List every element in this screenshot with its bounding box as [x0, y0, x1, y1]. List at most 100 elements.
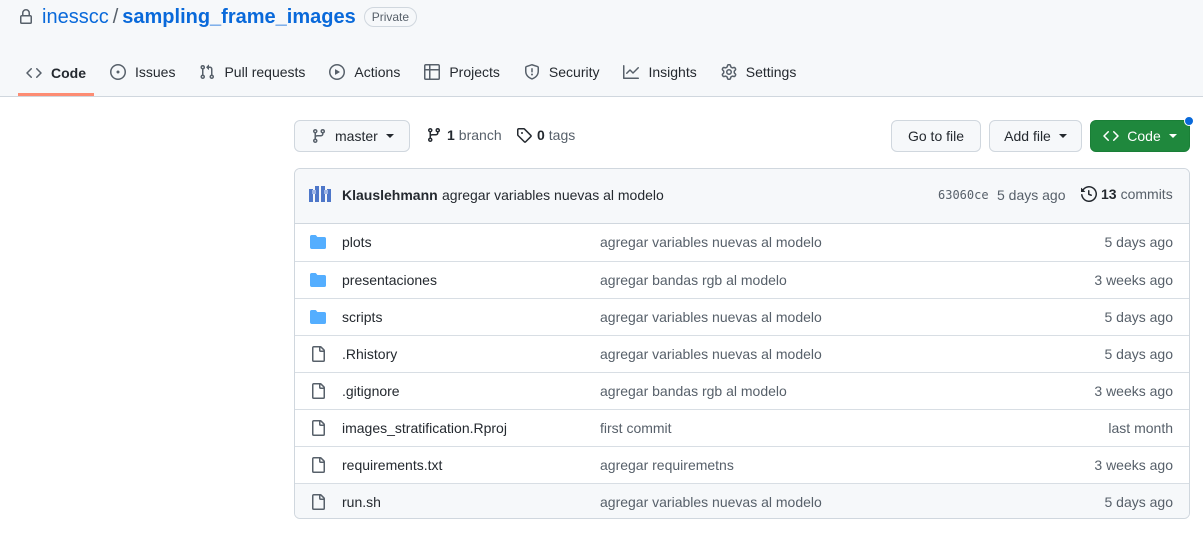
file-age: 5 days ago	[1104, 346, 1174, 362]
file-name[interactable]: .gitignore	[342, 383, 400, 399]
tab-settings[interactable]: Settings	[713, 52, 805, 92]
file-commit-message[interactable]: agregar bandas rgb al modelo	[600, 272, 787, 288]
go-to-file-label: Go to file	[907, 128, 965, 144]
file-age: 3 weeks ago	[1094, 272, 1173, 288]
branch-select-button[interactable]: master	[294, 120, 410, 152]
file-name[interactable]: presentaciones	[342, 272, 437, 288]
file-commit-message[interactable]: first commit	[600, 420, 672, 436]
tab-issues[interactable]: Issues	[102, 52, 183, 92]
file-icon	[310, 346, 326, 362]
file-name[interactable]: images_stratification.Rproj	[342, 420, 507, 436]
shield-icon	[524, 64, 540, 80]
notification-dot	[1184, 116, 1194, 126]
folder-icon	[310, 272, 326, 288]
code-icon	[1103, 128, 1120, 144]
tab-pull-requests[interactable]: Pull requests	[191, 52, 313, 92]
add-file-label: Add file	[1004, 128, 1051, 144]
file-commit-message[interactable]: agregar variables nuevas al modelo	[600, 234, 822, 250]
add-file-button[interactable]: Add file	[989, 120, 1082, 152]
file-commit-message[interactable]: agregar variables nuevas al modelo	[600, 494, 822, 510]
commit-count: 13	[1101, 186, 1117, 202]
tab-label: Actions	[354, 64, 401, 80]
graph-icon	[623, 64, 640, 80]
file-row[interactable]: plots agregar variables nuevas al modelo…	[295, 224, 1189, 261]
go-to-file-button[interactable]: Go to file	[891, 120, 981, 152]
code-download-button[interactable]: Code	[1090, 120, 1190, 152]
code-button-label: Code	[1127, 128, 1161, 144]
file-row[interactable]: .gitignore agregar bandas rgb al modelo …	[295, 372, 1189, 409]
commit-label: commits	[1120, 186, 1173, 202]
file-commit-message[interactable]: agregar bandas rgb al modelo	[600, 383, 787, 399]
tab-label: Projects	[449, 64, 500, 80]
commit-sha[interactable]: 63060ce	[938, 188, 989, 202]
tag-label: tags	[548, 127, 576, 143]
branch-count: 1	[447, 127, 455, 143]
tab-projects[interactable]: Projects	[416, 52, 508, 92]
file-row[interactable]: presentaciones agregar bandas rgb al mod…	[295, 261, 1189, 298]
history-icon	[1081, 186, 1097, 202]
chevron-down-icon	[1058, 134, 1067, 138]
file-age: 5 days ago	[1104, 234, 1174, 250]
tab-label: Issues	[135, 64, 176, 80]
tab-label: Pull requests	[224, 64, 306, 80]
file-age: 3 weeks ago	[1094, 457, 1173, 473]
play-icon	[329, 64, 346, 80]
file-icon	[310, 383, 326, 399]
commits-link[interactable]: 13 commits	[1081, 186, 1173, 202]
branch-label: branch	[458, 127, 502, 143]
tags-link[interactable]: 0 tags	[516, 127, 575, 143]
file-row[interactable]: scripts agregar variables nuevas al mode…	[295, 298, 1189, 335]
repo-header: inesscc / sampling_frame_images Private …	[0, 0, 1203, 97]
file-row[interactable]: .Rhistory agregar variables nuevas al mo…	[295, 335, 1189, 372]
repo-owner-link[interactable]: inesscc	[42, 6, 109, 29]
file-name[interactable]: requirements.txt	[342, 457, 442, 473]
folder-icon	[310, 234, 326, 250]
file-icon	[310, 494, 326, 510]
tab-label: Security	[548, 64, 600, 80]
gear-icon	[721, 64, 737, 80]
file-age: last month	[1108, 420, 1173, 436]
file-row[interactable]: requirements.txt agregar requiremetns 3 …	[295, 446, 1189, 483]
git-branch-icon	[311, 128, 327, 144]
lock-icon	[18, 9, 34, 25]
file-commit-message[interactable]: agregar requiremetns	[600, 457, 734, 473]
folder-icon	[310, 309, 326, 325]
file-icon	[310, 457, 326, 473]
repo-name-link[interactable]: sampling_frame_images	[122, 6, 355, 29]
repo-title: inesscc / sampling_frame_images Private	[18, 4, 418, 30]
commit-age: 5 days ago	[997, 187, 1066, 203]
file-name[interactable]: run.sh	[342, 494, 381, 510]
tab-label: Insights	[648, 64, 697, 80]
tab-security[interactable]: Security	[516, 52, 608, 92]
tab-label: Settings	[745, 64, 797, 80]
table-icon	[424, 64, 441, 80]
commit-author[interactable]: Klauslehmann	[342, 187, 438, 203]
file-age: 5 days ago	[1104, 309, 1174, 325]
file-commit-message[interactable]: agregar variables nuevas al modelo	[600, 346, 822, 362]
file-commit-message[interactable]: agregar variables nuevas al modelo	[600, 309, 822, 325]
file-icon	[310, 420, 326, 436]
file-browser: Klauslehmann agregar variables nuevas al…	[294, 168, 1190, 519]
code-icon	[26, 65, 42, 81]
file-row[interactable]: images_stratification.Rproj first commit…	[295, 409, 1189, 446]
chevron-down-icon	[385, 134, 394, 138]
commit-message[interactable]: agregar variables nuevas al modelo	[442, 187, 664, 203]
issue-opened-icon	[110, 64, 126, 80]
git-branch-icon	[426, 127, 442, 143]
avatar[interactable]	[309, 186, 331, 204]
file-name[interactable]: scripts	[342, 309, 382, 325]
file-age: 3 weeks ago	[1094, 383, 1173, 399]
file-row[interactable]: run.sh agregar variables nuevas al model…	[295, 483, 1189, 518]
branch-name: master	[335, 128, 378, 144]
tab-insights[interactable]: Insights	[615, 52, 704, 92]
branches-link[interactable]: 1 branch	[426, 127, 502, 143]
latest-commit-bar: Klauslehmann agregar variables nuevas al…	[295, 169, 1189, 224]
tab-code[interactable]: Code	[18, 52, 94, 96]
file-name[interactable]: .Rhistory	[342, 346, 397, 362]
tag-count: 0	[537, 127, 545, 143]
file-name[interactable]: plots	[342, 234, 372, 250]
chevron-down-icon	[1168, 134, 1177, 138]
file-age: 5 days ago	[1104, 494, 1174, 510]
tab-actions[interactable]: Actions	[321, 52, 408, 92]
repo-nav-tabs: Code Issues Pull requests Actions Projec…	[18, 52, 812, 96]
